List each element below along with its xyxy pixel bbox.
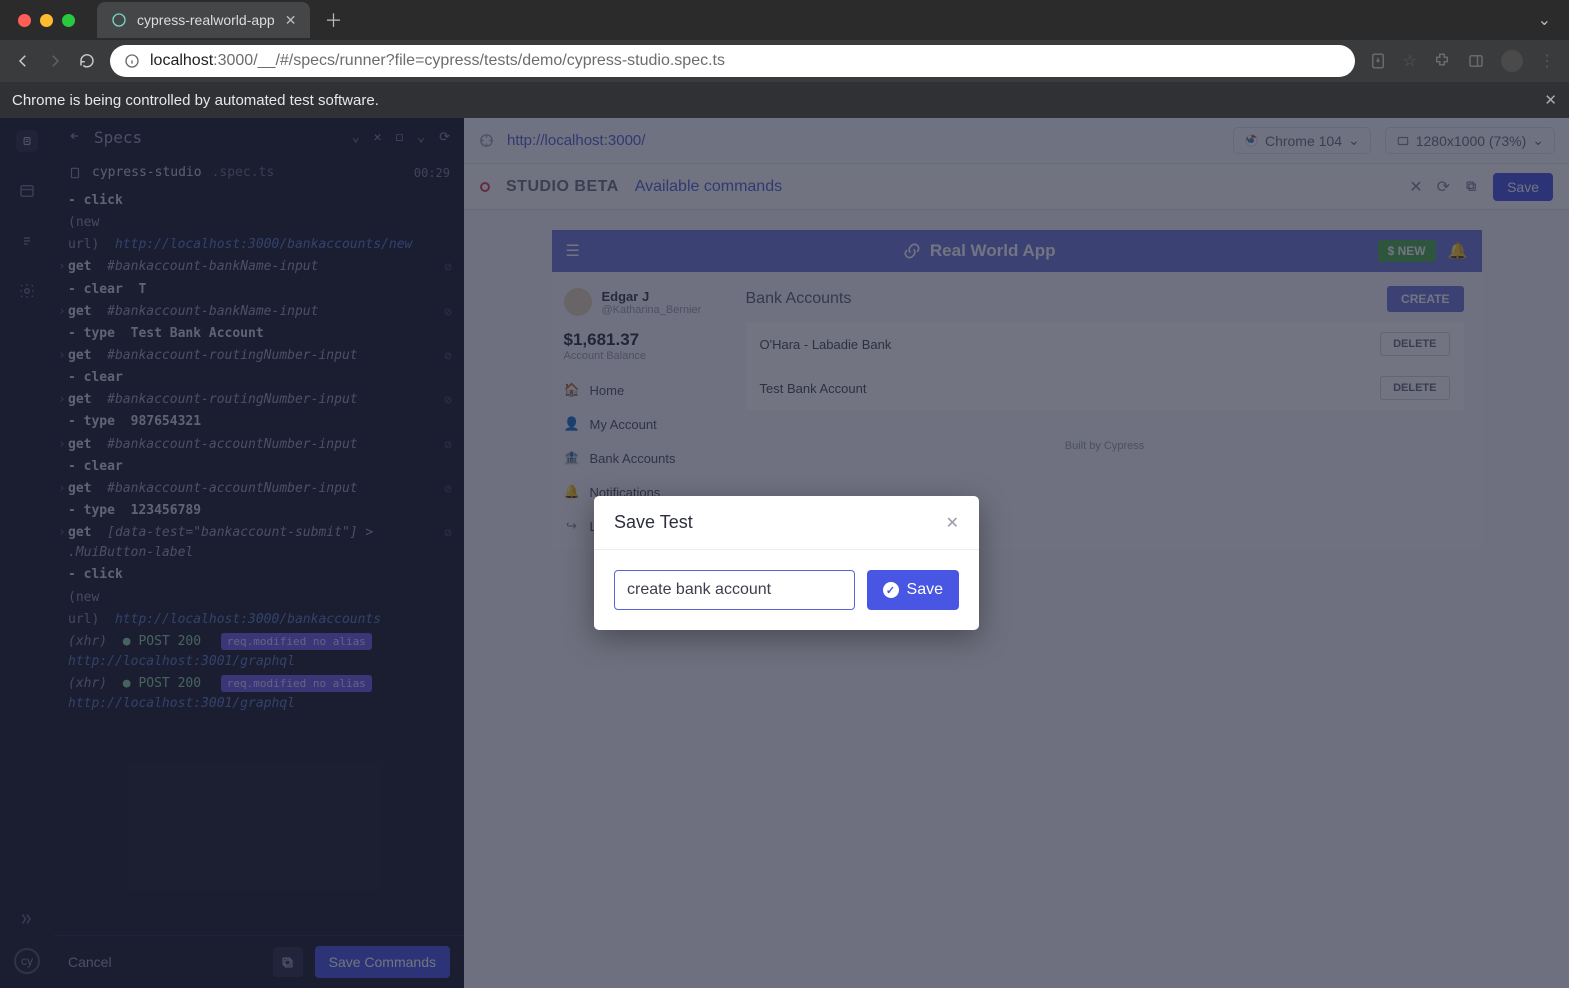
cypress-favicon-icon bbox=[111, 12, 127, 28]
dialog-title: Save Test bbox=[614, 512, 693, 533]
install-icon[interactable] bbox=[1369, 52, 1387, 70]
maximize-window-icon[interactable] bbox=[62, 14, 75, 27]
browser-tab[interactable]: cypress-realworld-app ✕ bbox=[97, 2, 310, 38]
test-name-input[interactable] bbox=[614, 570, 855, 610]
cypress-workspace: cy Specs ⌄ ✕ ◻ ⌄ ⟳ cypress-studio.spec.t… bbox=[0, 118, 1569, 988]
infobar-text: Chrome is being controlled by automated … bbox=[12, 92, 379, 109]
forward-button bbox=[46, 52, 64, 70]
toolbar-right: ☆ ⋮ bbox=[1369, 50, 1555, 72]
address-bar: localhost:3000/__/#/specs/runner?file=cy… bbox=[0, 40, 1569, 82]
url-text: localhost:3000/__/#/specs/runner?file=cy… bbox=[150, 52, 725, 70]
close-infobar-icon[interactable]: ✕ bbox=[1544, 91, 1557, 109]
minimize-window-icon[interactable] bbox=[40, 14, 53, 27]
kebab-menu-icon[interactable]: ⋮ bbox=[1539, 51, 1555, 71]
new-tab-button[interactable]: ＋ bbox=[324, 7, 342, 33]
reload-button[interactable] bbox=[78, 52, 96, 70]
browser-tab-strip: cypress-realworld-app ✕ ＋ ⌄ bbox=[0, 0, 1569, 40]
automation-infobar: Chrome is being controlled by automated … bbox=[0, 82, 1569, 118]
check-icon: ✓ bbox=[883, 582, 899, 598]
window-controls bbox=[0, 14, 75, 27]
bookmark-icon[interactable]: ☆ bbox=[1403, 51, 1417, 71]
close-dialog-icon[interactable]: ✕ bbox=[946, 513, 959, 533]
save-label: Save bbox=[907, 581, 943, 599]
sidepanel-icon[interactable] bbox=[1467, 52, 1485, 70]
back-button[interactable] bbox=[14, 52, 32, 70]
tab-title: cypress-realworld-app bbox=[137, 12, 275, 28]
tab-overflow-icon[interactable]: ⌄ bbox=[1538, 10, 1551, 30]
close-tab-icon[interactable]: ✕ bbox=[285, 12, 297, 29]
site-info-icon[interactable] bbox=[124, 53, 140, 69]
extensions-icon[interactable] bbox=[1433, 52, 1451, 70]
dialog-save-button[interactable]: ✓ Save bbox=[867, 570, 959, 610]
close-window-icon[interactable] bbox=[18, 14, 31, 27]
profile-avatar-icon[interactable] bbox=[1501, 50, 1523, 72]
url-input[interactable]: localhost:3000/__/#/specs/runner?file=cy… bbox=[110, 45, 1355, 77]
save-test-dialog: Save Test ✕ ✓ Save bbox=[594, 496, 979, 630]
